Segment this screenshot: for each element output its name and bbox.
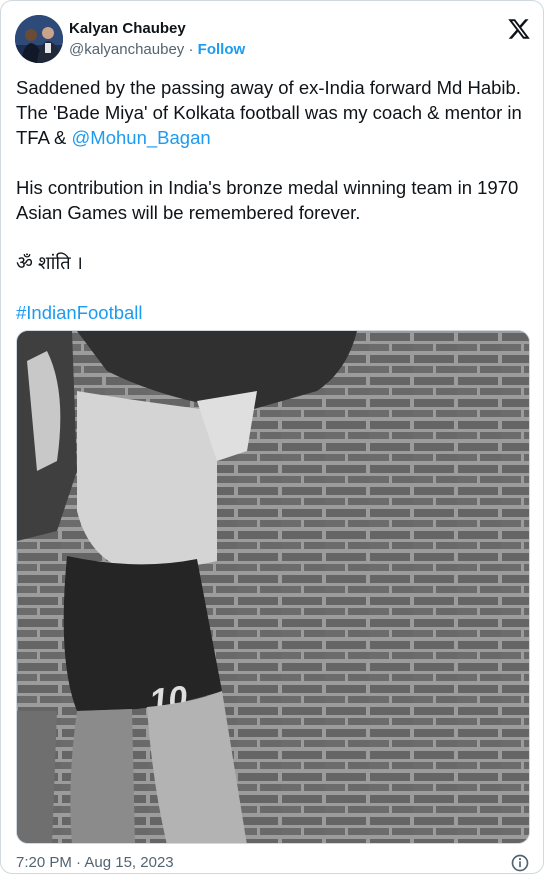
tweet-date[interactable]: Aug 15, 2023 (84, 854, 173, 871)
tweet-paragraph-1: Saddened by the passing away of ex-India… (16, 75, 536, 150)
tweet-paragraph-4: #IndianFootball (16, 300, 536, 325)
author-display-name[interactable]: Kalyan Chaubey (69, 19, 245, 39)
author-names: Kalyan Chaubey @kalyanchaubey · Follow (69, 19, 245, 60)
tweet-header: Kalyan Chaubey @kalyanchaubey · Follow (15, 15, 533, 67)
tweet-paragraph-2: His contribution in India's bronze medal… (16, 177, 519, 223)
author-handle[interactable]: @kalyanchaubey (69, 41, 184, 58)
handle-separator: · (184, 41, 198, 58)
info-icon[interactable] (510, 853, 530, 873)
mention-link[interactable]: @Mohun_Bagan (72, 127, 211, 148)
footer-separator: · (71, 854, 85, 871)
tweet-footer: 7:20 PM · Aug 15, 2023 (16, 853, 530, 873)
tweet-paragraph-3: ॐ शांति । (16, 252, 83, 273)
avatar-photo (15, 15, 63, 63)
football-player-photo: 10 (17, 331, 529, 843)
follow-button[interactable]: Follow (198, 41, 246, 58)
author-handle-row: @kalyanchaubey · Follow (69, 40, 245, 60)
tweet-time[interactable]: 7:20 PM (16, 854, 72, 871)
hashtag-link[interactable]: #IndianFootball (16, 302, 143, 323)
tweet-photo[interactable]: 10 (16, 330, 530, 844)
tweet-card: Kalyan Chaubey @kalyanchaubey · Follow S… (0, 0, 544, 874)
tweet-text: Saddened by the passing away of ex-India… (16, 75, 536, 325)
x-logo-icon[interactable] (507, 17, 531, 41)
avatar[interactable] (15, 15, 63, 63)
